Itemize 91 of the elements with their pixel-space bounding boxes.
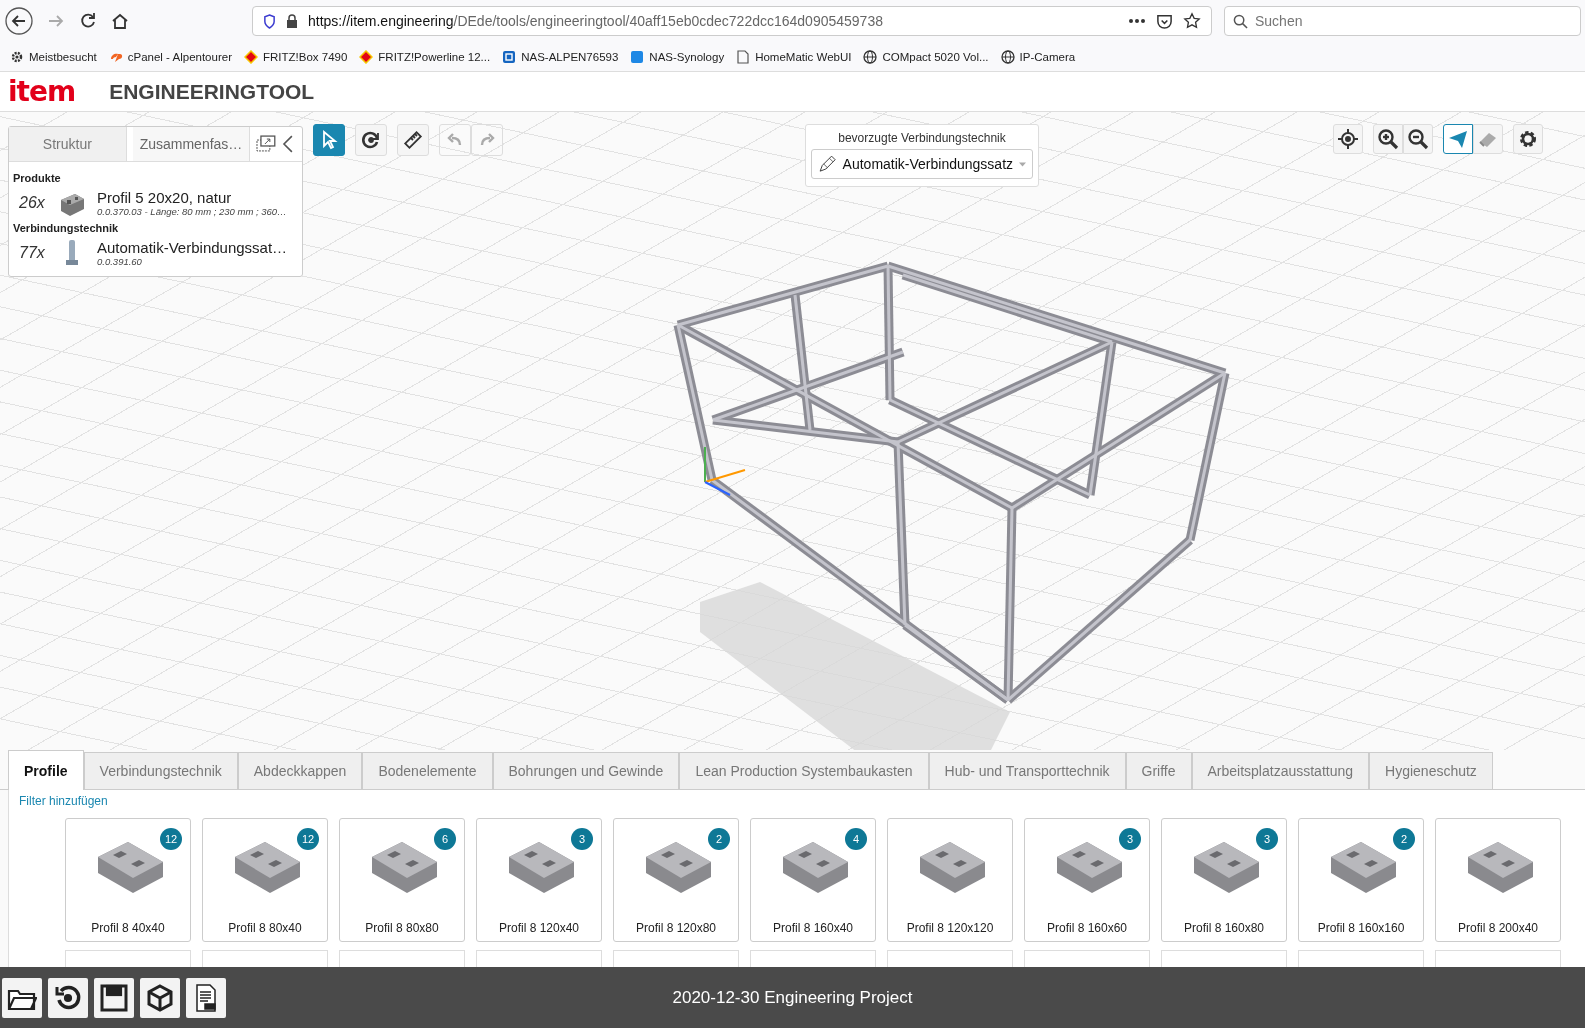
bookmark-link[interactable]: IP-Camera — [1000, 49, 1076, 64]
paper-plane-icon — [1447, 128, 1469, 150]
bookmark-link[interactable]: NAS-ALPEN76593 — [502, 49, 619, 64]
star-icon[interactable] — [1183, 12, 1201, 30]
section-heading: Produkte — [13, 172, 62, 184]
zoom-out-icon — [1407, 128, 1429, 150]
gear-icon — [10, 49, 24, 64]
cube-icon — [145, 982, 175, 1013]
file-action-button[interactable] — [2, 977, 42, 1018]
app-title: ENGINEERINGTOOL — [109, 79, 315, 104]
shield-icon — [263, 13, 276, 29]
category-tab[interactable]: Bodenelemente — [362, 752, 493, 789]
router-logo-icon — [359, 49, 374, 64]
globe-icon — [863, 49, 878, 64]
add-filter-link[interactable]: Filter hinzufügen — [19, 794, 108, 808]
product-card[interactable]: Profil 8 120x120 — [887, 818, 1013, 942]
count-badge: 3 — [1256, 828, 1278, 850]
back-icon[interactable] — [4, 6, 34, 36]
bookmark-link[interactable]: cPanel - Alpentourer — [108, 49, 232, 64]
pocket-icon[interactable] — [1156, 12, 1173, 30]
product-card[interactable]: Profil 8 80x80 6 — [339, 818, 465, 942]
part-details: 0.0.370.03 - Länge: 80 mm ; 230 mm ; 360… — [97, 206, 287, 217]
category-tab[interactable]: Bohrungen und Gewinde — [492, 752, 680, 789]
quantity-text: 77x — [19, 244, 46, 262]
category-tab[interactable]: Verbindungstechnik — [83, 752, 238, 789]
popout-icon[interactable] — [256, 135, 277, 153]
page-icon — [736, 49, 751, 64]
count-badge: 4 — [845, 828, 867, 850]
settings-icon — [1517, 128, 1539, 150]
globe-icon — [1000, 49, 1015, 64]
file-action-button[interactable] — [140, 977, 180, 1018]
address-bar[interactable]: https://item.engineering/DEde/tools/engineeringtool/40aff15eb0cdec722dcc164d0905459738 — [252, 6, 1212, 36]
bookmark-link[interactable]: FRITZ!Powerline 12... — [359, 49, 491, 64]
collapse-icon[interactable] — [282, 134, 294, 154]
caret-icon — [1019, 161, 1026, 167]
part-details: 0.0.391.60 — [97, 256, 143, 267]
padlock-icon — [286, 14, 298, 28]
square-logo-icon — [630, 49, 645, 64]
category-tab[interactable]: Abdeckkappen — [237, 752, 363, 789]
category-tab[interactable]: Arbeitsplatzausstattung — [1191, 752, 1370, 789]
brand-logo: item — [8, 75, 76, 108]
part-name: Automatik-Verbindungssat… — [97, 239, 288, 256]
product-card[interactable]: Profil 8 40x40 12 — [65, 818, 191, 942]
axis-gizmo-icon — [704, 446, 746, 496]
zoom-in-icon — [1377, 128, 1399, 150]
connection-dropdown[interactable]: Automatik-Verbindungssatz — [811, 149, 1033, 179]
file-action-button[interactable] — [186, 977, 226, 1018]
category-tab[interactable]: Profile — [8, 750, 84, 790]
quantity-text: 26x — [19, 194, 46, 212]
category-tab[interactable]: Griffe — [1125, 752, 1192, 789]
product-card[interactable]: Profil 8 160x60 3 — [1024, 818, 1150, 942]
category-tab[interactable]: Hub- und Transporttechnik — [928, 752, 1126, 789]
search-icon — [1233, 14, 1248, 29]
file-action-button[interactable] — [94, 977, 134, 1018]
connection-label: bevorzugte Verbindungstechnik — [838, 131, 1006, 145]
crosshair-icon — [1337, 128, 1359, 150]
panel-tab[interactable]: Zusammenfas… — [132, 127, 251, 161]
home-icon[interactable] — [110, 11, 130, 31]
category-tab[interactable]: Lean Production Systembaukasten — [679, 752, 929, 789]
product-card[interactable]: Profil 8 160x80 3 — [1161, 818, 1287, 942]
search-field[interactable]: Suchen — [1224, 6, 1581, 36]
product-card[interactable]: Profil 8 120x80 2 — [613, 818, 739, 942]
count-badge: 12 — [297, 828, 319, 850]
section-heading: Verbindungstechnik — [13, 222, 120, 234]
project-title: 2020-12-30 Engineering Project — [672, 987, 913, 1008]
more-icon[interactable] — [1128, 18, 1146, 24]
bookmark-link[interactable]: Meistbesucht — [10, 49, 97, 64]
count-badge: 6 — [434, 828, 456, 850]
category-tab[interactable]: Hygieneschutz — [1369, 752, 1493, 789]
product-card[interactable]: Profil 8 200x40 — [1435, 818, 1561, 942]
router-logo-icon — [243, 49, 258, 64]
bookmark-link[interactable]: NAS-Synology — [630, 49, 725, 64]
count-badge: 2 — [708, 828, 730, 850]
count-badge: 12 — [160, 828, 182, 850]
count-badge: 3 — [1119, 828, 1141, 850]
square-logo-icon — [502, 49, 517, 64]
bookmark-link[interactable]: COMpact 5020 Vol... — [863, 49, 989, 64]
url-text: https://item.engineering/DEde/tools/engineeringtool/40aff15eb0cdec722dcc164d0905459738 — [308, 13, 884, 29]
file-action-button[interactable] — [48, 977, 88, 1018]
count-badge: 3 — [571, 828, 593, 850]
product-card[interactable]: Profil 8 80x40 12 — [202, 818, 328, 942]
ruler-icon — [403, 130, 423, 150]
bookmark-link[interactable]: FRITZ!Box 7490 — [243, 49, 348, 64]
bookmark-link[interactable]: HomeMatic WebUI — [736, 49, 852, 64]
product-card[interactable]: Profil 8 120x40 3 — [476, 818, 602, 942]
product-card[interactable]: Profil 8 160x40 4 — [750, 818, 876, 942]
rotate-icon — [361, 130, 381, 150]
count-badge: 2 — [1393, 828, 1415, 850]
part-name: Profil 5 20x20, natur — [97, 189, 233, 206]
product-card[interactable]: Profil 8 160x160 2 — [1298, 818, 1424, 942]
panel-tab[interactable]: Struktur — [9, 127, 127, 161]
